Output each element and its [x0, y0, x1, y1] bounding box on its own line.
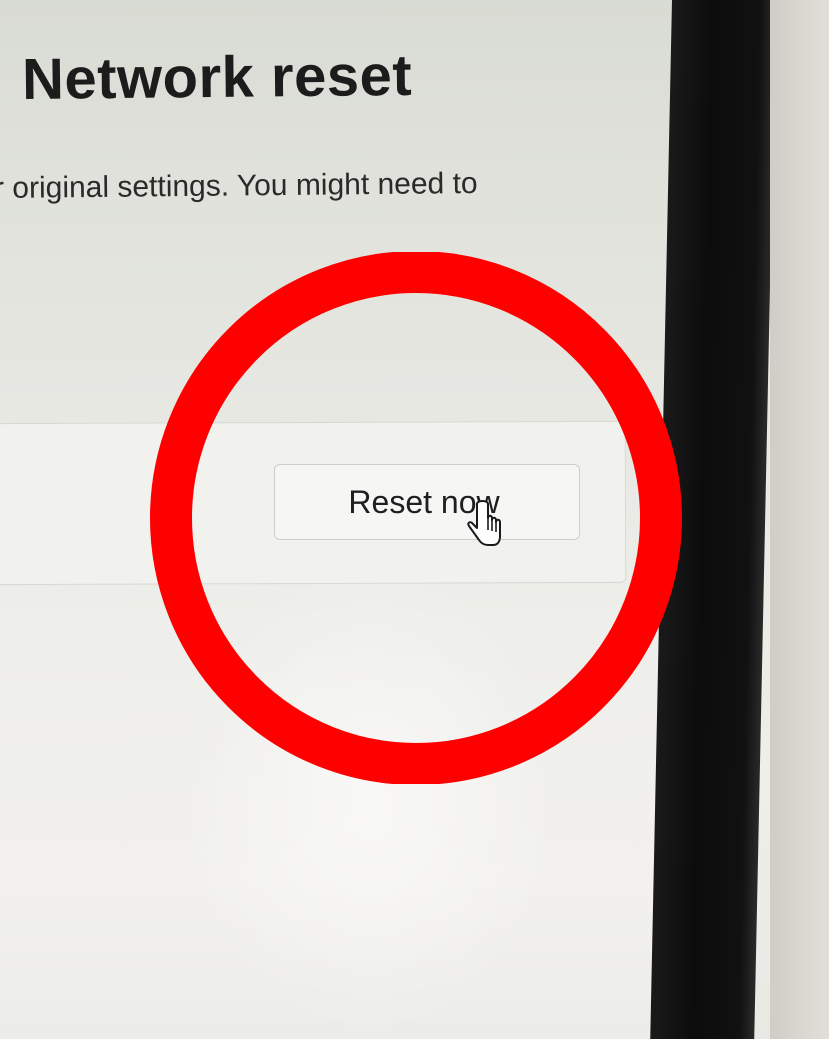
photo-frame: Network reset r original settings. You m…	[0, 0, 829, 1039]
reset-now-button[interactable]: Reset now	[274, 464, 580, 540]
background-wall	[770, 0, 829, 1039]
screen-glare	[180, 560, 560, 1039]
monitor-bezel	[650, 0, 776, 1039]
mouse-pointer-icon	[467, 500, 501, 546]
settings-screen: Network reset r original settings. You m…	[0, 0, 690, 1039]
page-description: r original settings. You might need to	[0, 166, 478, 205]
page-title: Network reset	[21, 42, 413, 112]
